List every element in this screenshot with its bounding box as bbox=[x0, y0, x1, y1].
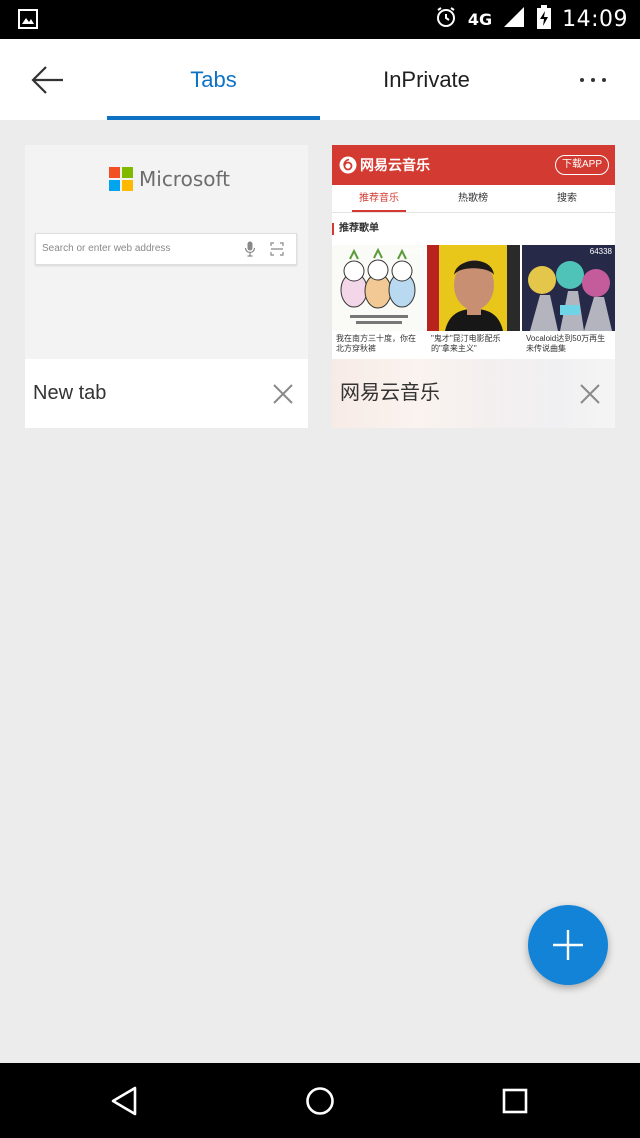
home-circle-icon bbox=[306, 1087, 334, 1115]
playlist-caption: Vocaloid达到50万再生未传说曲集 bbox=[526, 334, 606, 353]
system-home-button[interactable] bbox=[298, 1081, 342, 1121]
more-horizontal-icon bbox=[580, 78, 584, 82]
scan-icon bbox=[270, 242, 284, 256]
close-tab-button[interactable] bbox=[270, 381, 296, 407]
close-icon bbox=[580, 384, 600, 404]
playlist-cover bbox=[427, 245, 520, 331]
netease-brand: 网易云音乐 bbox=[360, 157, 430, 173]
microsoft-squares-icon bbox=[109, 167, 133, 191]
recents-square-icon bbox=[502, 1088, 528, 1114]
tab-card-footer: New tab bbox=[25, 359, 308, 428]
tab-preview: Microsoft Search or enter web address bbox=[25, 145, 308, 359]
back-button[interactable] bbox=[22, 59, 72, 101]
playlist-caption: "鬼才"昆汀电影配乐的"拿来主义" bbox=[431, 334, 501, 353]
playlist-tile: 3483 我在南方三十度，你在北方穿秋裤 bbox=[332, 245, 425, 354]
playlist-grid: 3483 我在南方三十度，你在北方穿秋裤 "鬼才"昆汀电影配乐的"拿来主义" 6… bbox=[332, 245, 615, 359]
close-tab-button[interactable] bbox=[577, 381, 603, 407]
tab-manager-header: Tabs InPrivate bbox=[0, 39, 640, 120]
clock: 14:09 bbox=[562, 7, 628, 32]
new-tab-button[interactable] bbox=[528, 905, 608, 985]
playlist-cover: 64338 bbox=[522, 245, 615, 331]
tab-card-netease-music[interactable]: 网易云音乐 下载APP 推荐音乐 热歌榜 搜索 推荐歌单 3483 我在南方三十… bbox=[332, 145, 615, 428]
more-options-button[interactable] bbox=[568, 63, 618, 97]
image-icon bbox=[18, 9, 38, 29]
netease-header: 网易云音乐 下载APP bbox=[332, 145, 615, 185]
tab-inprivate[interactable]: InPrivate bbox=[320, 39, 533, 120]
nav-recommended: 推荐音乐 bbox=[359, 193, 399, 204]
playlist-tile: 64338 Vocaloid达到50万再生未传说曲集 bbox=[522, 245, 615, 354]
search-placeholder: Search or enter web address bbox=[42, 243, 171, 254]
nav-search: 搜索 bbox=[557, 193, 577, 204]
status-bar: 4G 14:09 bbox=[0, 0, 640, 39]
alarm-icon bbox=[434, 5, 458, 34]
play-count: 3483 bbox=[404, 247, 422, 256]
playlist-cover: 3483 bbox=[332, 245, 425, 331]
tab-card-new-tab[interactable]: Microsoft Search or enter web address Ne… bbox=[25, 145, 308, 428]
signal-icon bbox=[502, 5, 526, 34]
microsoft-logo: Microsoft bbox=[109, 167, 230, 191]
nav-active-indicator bbox=[352, 210, 406, 212]
tab-tabs[interactable]: Tabs bbox=[107, 39, 320, 120]
arrow-left-icon bbox=[31, 66, 63, 94]
tab-title: 网易云音乐 bbox=[340, 382, 440, 404]
tab-preview: 网易云音乐 下载APP 推荐音乐 热歌榜 搜索 推荐歌单 3483 我在南方三十… bbox=[332, 145, 615, 359]
nav-hot-songs: 热歌榜 bbox=[458, 193, 488, 204]
search-box: Search or enter web address bbox=[35, 233, 297, 265]
battery-charging-icon bbox=[536, 5, 552, 34]
microsoft-wordmark: Microsoft bbox=[139, 167, 231, 191]
system-recents-button[interactable] bbox=[493, 1081, 537, 1121]
plus-icon bbox=[553, 930, 583, 960]
playlist-caption: 我在南方三十度，你在北方穿秋裤 bbox=[336, 334, 416, 353]
microphone-icon bbox=[244, 241, 256, 257]
netease-nav: 推荐音乐 热歌榜 搜索 bbox=[332, 185, 615, 213]
active-tab-indicator bbox=[107, 116, 320, 120]
close-icon bbox=[273, 384, 293, 404]
section-title: 推荐歌单 bbox=[339, 223, 379, 234]
section-header: 推荐歌单 bbox=[332, 217, 615, 241]
download-app-button: 下载APP bbox=[554, 155, 609, 175]
tab-title: New tab bbox=[33, 382, 107, 404]
system-back-button[interactable] bbox=[102, 1081, 146, 1121]
netease-logo-icon bbox=[339, 156, 357, 174]
play-count: 64338 bbox=[589, 247, 612, 256]
system-nav-bar bbox=[0, 1063, 640, 1138]
back-triangle-icon bbox=[111, 1086, 137, 1116]
network-type: 4G bbox=[467, 9, 493, 29]
playlist-tile: "鬼才"昆汀电影配乐的"拿来主义" bbox=[427, 245, 520, 354]
tab-card-footer: 网易云音乐 bbox=[332, 359, 615, 428]
